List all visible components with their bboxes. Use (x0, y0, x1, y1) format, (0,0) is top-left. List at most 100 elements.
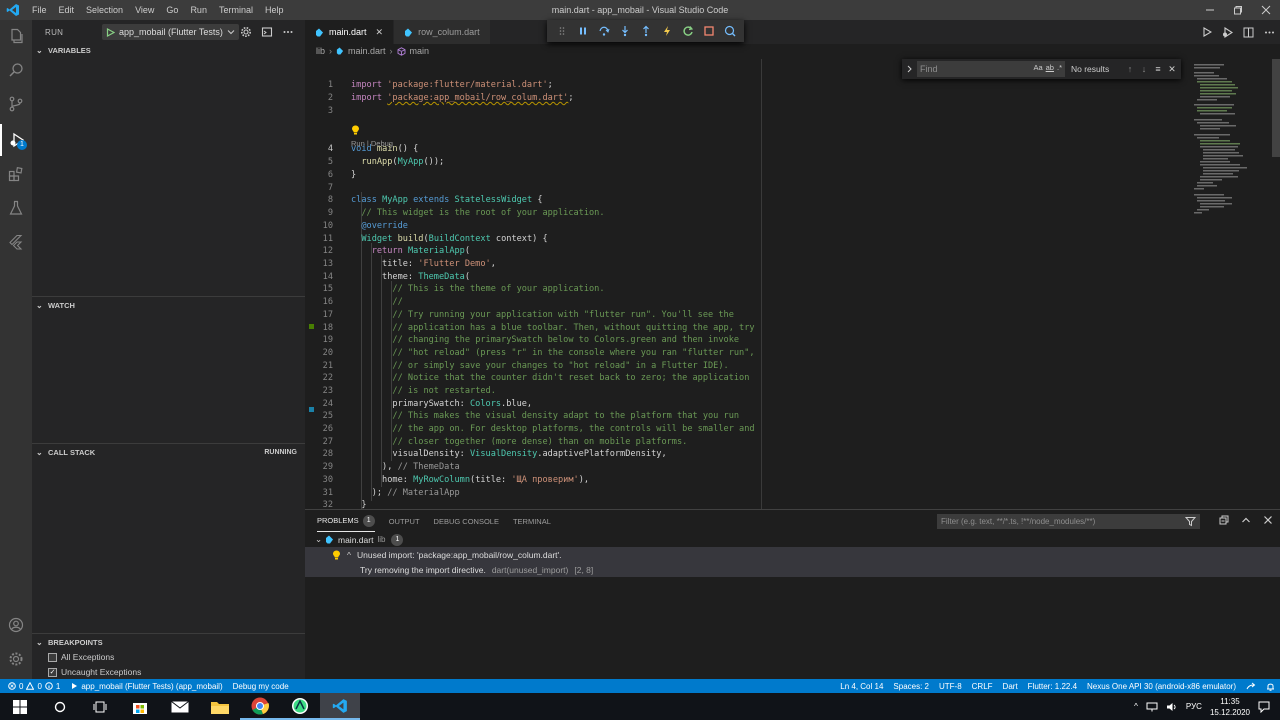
pause-button[interactable] (572, 20, 593, 42)
step-over-button[interactable] (593, 20, 614, 42)
code-line[interactable]: // is not restarted. (351, 386, 495, 396)
close-tab-icon[interactable]: ✕ (376, 27, 384, 38)
code-editor[interactable]: Run | Debug 1 import 'package:flutter/mat… (305, 80, 1185, 523)
call-stack-section-header[interactable]: ⌄ CALL STACK RUNNING (32, 443, 305, 461)
breadcrumb-folder[interactable]: lib (316, 46, 325, 56)
code-line[interactable]: import 'package:app_mobail/row_colum.dar… (351, 93, 574, 103)
restore-button[interactable] (1224, 0, 1252, 20)
testing-flask-icon[interactable] (0, 192, 32, 224)
encoding[interactable]: UTF-8 (934, 682, 967, 691)
device-selector[interactable]: Nexus One API 30 (android-x86 emulator) (1082, 682, 1241, 691)
find-input[interactable]: Find Aa ab .* (917, 61, 1065, 77)
regex-toggle[interactable]: .* (1057, 63, 1062, 72)
code-line[interactable]: // Notice that the counter didn't reset … (351, 373, 749, 383)
close-panel-icon[interactable] (1262, 513, 1274, 527)
tab-debug-console[interactable]: DEBUG CONSOLE (434, 510, 499, 532)
breakpoint-all-exceptions[interactable]: All Exceptions (48, 652, 114, 662)
match-whole-word-toggle[interactable]: ab (1046, 63, 1054, 72)
split-editor-icon[interactable] (1238, 27, 1259, 38)
code-line[interactable]: // This makes the visual density adapt t… (351, 411, 739, 421)
hot-reload-icon[interactable] (656, 20, 677, 42)
open-devtools-icon[interactable] (719, 20, 740, 42)
chevron-right-icon[interactable] (906, 65, 913, 73)
code-line[interactable]: runApp(MyApp()); (351, 157, 444, 167)
code-line[interactable]: // "hot reload" (press "r" in the consol… (351, 348, 754, 358)
code-line[interactable]: class MyApp extends StatelessWidget { (351, 195, 543, 205)
file-explorer-icon[interactable] (200, 693, 240, 720)
flutter-icon[interactable] (0, 226, 32, 258)
menu-terminal[interactable]: Terminal (213, 0, 259, 20)
code-line[interactable]: ); // MaterialApp (351, 488, 460, 498)
tab-output[interactable]: OUTPUT (389, 510, 420, 532)
minimap[interactable] (1192, 64, 1272, 244)
code-line[interactable]: primarySwatch: Colors.blue, (351, 399, 532, 409)
vertical-scrollbar[interactable] (1272, 59, 1280, 157)
breakpoints-section-header[interactable]: ⌄ BREAKPOINTS (32, 633, 305, 651)
code-line[interactable]: // Try running your application with "fl… (351, 310, 733, 320)
code-line[interactable]: ), // ThemeData (351, 462, 460, 472)
drag-handle-icon[interactable] (551, 20, 572, 42)
tab-terminal[interactable]: TERMINAL (513, 510, 551, 532)
problem-detail-row[interactable]: Try removing the import directive. dart(… (305, 562, 1280, 577)
all-exceptions-checkbox[interactable] (48, 652, 57, 662)
windows-start-icon[interactable] (0, 693, 40, 720)
menu-go[interactable]: Go (160, 0, 184, 20)
debug-mode-status[interactable]: Debug my code (228, 682, 294, 691)
watch-section-header[interactable]: ⌄ WATCH (32, 296, 305, 314)
close-icon[interactable]: ✕ (1165, 64, 1179, 75)
breadcrumb-symbol[interactable]: main (410, 46, 430, 56)
code-line[interactable]: // closer together (more dense) than on … (351, 437, 687, 447)
uncaught-exceptions-checkbox[interactable]: ✓ (48, 667, 57, 677)
menu-selection[interactable]: Selection (80, 0, 129, 20)
menu-file[interactable]: File (26, 0, 53, 20)
more-actions-icon[interactable] (280, 24, 296, 40)
vscode-taskbar-icon[interactable] (320, 693, 360, 720)
code-line[interactable]: theme: ThemeData( (351, 272, 470, 282)
step-out-button[interactable] (635, 20, 656, 42)
debug-config-status[interactable]: app_mobail (Flutter Tests) (app_mobail) (65, 682, 227, 691)
start-debugging-icon[interactable] (106, 27, 115, 37)
next-match-icon[interactable]: ↓ (1137, 64, 1151, 74)
menu-run[interactable]: Run (184, 0, 213, 20)
end-of-line[interactable]: CRLF (967, 682, 998, 691)
open-launch-json-gear-icon[interactable] (238, 24, 254, 40)
code-line[interactable]: Widget build(BuildContext context) { (351, 234, 547, 244)
code-line[interactable]: } (351, 170, 356, 180)
clock[interactable]: 11:35 15.12.2020 (1210, 696, 1250, 718)
problems-status[interactable]: 0 0 1 (0, 682, 65, 691)
account-icon[interactable] (0, 609, 32, 641)
notifications-bell-icon[interactable] (1261, 682, 1280, 691)
code-line[interactable]: // changing the primarySwatch below to C… (351, 335, 739, 345)
taskbar-search-icon[interactable] (40, 693, 80, 720)
problem-row[interactable]: ^ Unused import: 'package:app_mobail/row… (305, 547, 1280, 562)
settings-gear-icon[interactable] (0, 643, 32, 675)
variables-section-header[interactable]: ⌄ VARIABLES (32, 41, 305, 59)
microsoft-store-icon[interactable] (120, 693, 160, 720)
android-studio-icon[interactable] (280, 693, 320, 720)
run-debug-icon[interactable]: 1 (0, 124, 32, 156)
restart-button[interactable] (677, 20, 698, 42)
network-icon[interactable] (1146, 702, 1158, 712)
maximize-panel-icon[interactable] (1240, 513, 1252, 527)
search-icon[interactable] (0, 54, 32, 86)
code-line[interactable]: @override (351, 221, 408, 231)
source-control-icon[interactable] (0, 88, 32, 120)
input-language[interactable]: РУС (1186, 702, 1202, 711)
tab-main-dart[interactable]: main.dart ✕ (305, 20, 395, 44)
live-share-icon[interactable] (1241, 682, 1261, 690)
explorer-icon[interactable] (0, 20, 32, 52)
menu-help[interactable]: Help (259, 0, 290, 20)
mail-icon[interactable] (160, 693, 200, 720)
action-center-icon[interactable] (1258, 701, 1270, 713)
code-line[interactable]: // This is the theme of your application… (351, 284, 604, 294)
find-in-selection-icon[interactable]: ≡ (1151, 64, 1165, 74)
debug-console-icon[interactable] (259, 24, 275, 40)
debug-file-icon[interactable] (1217, 26, 1238, 38)
task-view-icon[interactable] (80, 693, 120, 720)
collapse-all-icon[interactable] (1218, 513, 1230, 527)
code-line[interactable]: home: MyRowColumn(title: 'ЩА проверим'), (351, 475, 589, 485)
code-line[interactable]: import 'package:flutter/material.dart'; (351, 80, 553, 90)
code-line[interactable]: void main() { (351, 144, 418, 154)
code-line[interactable]: visualDensity: VisualDensity.adaptivePla… (351, 449, 666, 459)
code-line[interactable]: // (351, 297, 402, 307)
